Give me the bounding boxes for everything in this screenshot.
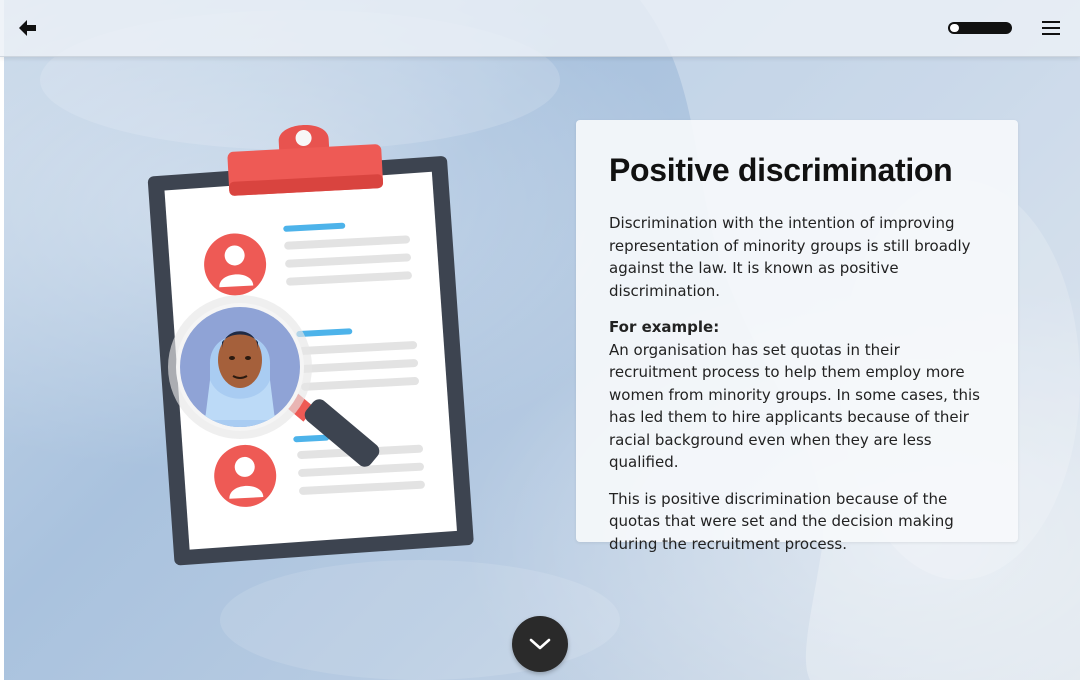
- menu-button[interactable]: [1038, 16, 1064, 40]
- conclusion-paragraph: This is positive discrimination because …: [609, 489, 954, 553]
- left-edge-strip: [0, 0, 4, 680]
- progress-fill: [950, 24, 959, 32]
- back-button[interactable]: [14, 14, 42, 42]
- example-paragraph: For example: An organisation has set quo…: [609, 316, 986, 474]
- hamburger-menu-icon: [1042, 21, 1060, 23]
- page-title: Positive discrimination: [609, 152, 953, 188]
- magnifier-lens: [168, 295, 312, 439]
- progress-bar: [948, 22, 1012, 34]
- arrow-left-icon: [19, 20, 36, 36]
- chevron-down-icon: [529, 638, 551, 650]
- scroll-down-button[interactable]: [512, 616, 568, 672]
- intro-paragraph: Discrimination with the intention of imp…: [609, 214, 971, 300]
- clipboard-clip: [227, 125, 384, 196]
- content-card: Positive discrimination Discrimination w…: [576, 120, 1018, 553]
- example-text: An organisation has set quotas in their …: [609, 340, 980, 472]
- clipboard-illustration: [147, 125, 474, 566]
- top-bar: [0, 0, 1080, 57]
- example-heading: For example:: [609, 318, 720, 336]
